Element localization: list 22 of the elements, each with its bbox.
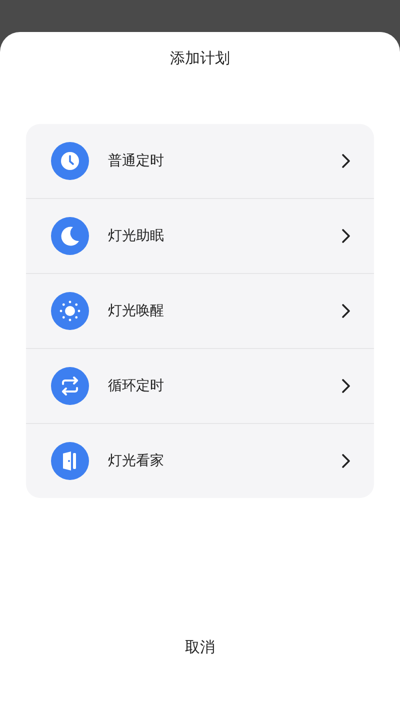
- sheet-title: 添加计划: [170, 48, 230, 69]
- chevron-icon: [340, 453, 352, 469]
- plan-item[interactable]: 灯光唤醒: [26, 274, 374, 349]
- plan-item[interactable]: 灯光助眠: [26, 199, 374, 274]
- plan-label: 灯光唤醒: [108, 302, 165, 320]
- cancel-button[interactable]: 取消: [177, 634, 223, 661]
- plan-label: 循环定时: [108, 377, 165, 395]
- chevron-icon: [340, 228, 352, 244]
- plan-item[interactable]: 循环定时: [26, 349, 374, 424]
- plan-item[interactable]: 普通定时: [26, 124, 374, 199]
- plan-item[interactable]: 灯光看家: [26, 424, 374, 498]
- clock-icon: [51, 142, 89, 180]
- repeat-icon: [51, 367, 89, 405]
- plan-label: 普通定时: [108, 152, 165, 170]
- door-icon: [51, 442, 89, 480]
- chevron-icon: [340, 303, 352, 319]
- sun-icon: [51, 292, 89, 330]
- moon-icon: [51, 217, 89, 255]
- chevron-icon: [340, 378, 352, 394]
- chevron-icon: [340, 153, 352, 169]
- plan-label: 灯光助眠: [108, 227, 165, 245]
- plan-label: 灯光看家: [108, 452, 165, 470]
